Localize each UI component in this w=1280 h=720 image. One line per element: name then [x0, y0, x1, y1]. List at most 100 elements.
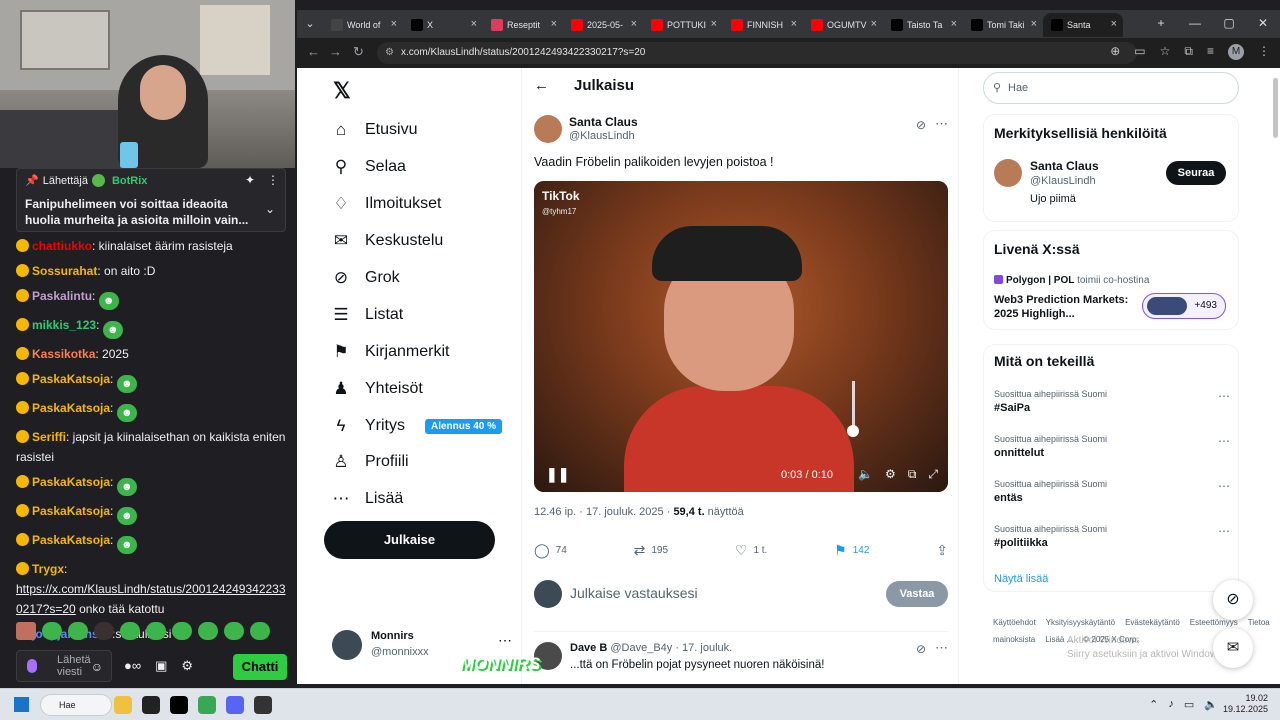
live-host[interactable]: Polygon | POL toimii co-hostina	[994, 275, 1149, 286]
author-name[interactable]: Santa Claus	[569, 115, 638, 129]
obs-icon[interactable]	[254, 696, 272, 714]
relevant-avatar[interactable]	[994, 159, 1022, 187]
explorer-icon[interactable]	[114, 696, 132, 714]
volume-icon[interactable]: 🔈	[858, 467, 873, 482]
promo-badge[interactable]: Alennus 40 %	[425, 418, 503, 434]
like-action[interactable]: ♡ 1 t.	[735, 540, 767, 560]
messages-fab[interactable]: ✉	[1213, 628, 1253, 668]
forward-icon[interactable]: →	[329, 44, 342, 59]
reload-icon[interactable]: ↻	[353, 44, 364, 60]
minimize-button[interactable]: —	[1178, 10, 1212, 36]
tab-search-icon[interactable]: ⌄	[297, 12, 323, 36]
chat-username[interactable]: chattiukko	[32, 239, 92, 253]
footer-link[interactable]: Yksityisyyskäytäntö	[1046, 618, 1115, 627]
chat-username[interactable]: PaskaKatsoja	[32, 475, 110, 489]
menu-icon[interactable]: ⋮	[1258, 44, 1270, 60]
volume-slider[interactable]	[852, 381, 855, 431]
app-icon[interactable]	[142, 696, 160, 714]
browser-tab[interactable]: POTTUKI ×	[643, 13, 723, 37]
volume-knob[interactable]	[847, 425, 859, 437]
chat-username[interactable]: Kassikotka	[32, 347, 95, 361]
grok-fab[interactable]: ⊘	[1213, 580, 1253, 620]
close-tab-icon[interactable]: ×	[711, 18, 717, 30]
chevron-up-icon[interactable]: ⌃	[1149, 698, 1158, 711]
live-space-title[interactable]: Web3 Prediction Markets: 2025 Highligh..…	[994, 293, 1134, 321]
chat-username[interactable]: mikkis_123	[32, 318, 96, 332]
close-tab-icon[interactable]: ×	[391, 18, 397, 30]
browser-tab[interactable]: FINNISH ×	[723, 13, 803, 37]
pause-icon[interactable]: ❚❚	[546, 466, 569, 483]
nav-item[interactable]: ⊘ Grok	[331, 268, 400, 288]
nav-item[interactable]: ♙ Profiili	[331, 452, 408, 472]
volume-icon[interactable]: 🔈	[1204, 698, 1218, 711]
close-tab-icon[interactable]: ×	[471, 18, 477, 30]
reply-author[interactable]: Dave B	[570, 642, 607, 654]
chevron-down-icon[interactable]: ⌄	[265, 202, 275, 216]
nav-item[interactable]: ⌂ Etusivu	[331, 120, 418, 140]
grok-icon[interactable]: ⊘	[916, 642, 926, 656]
more-icon[interactable]: ⋯	[935, 640, 948, 656]
taskbar-search[interactable]: Hae	[40, 694, 112, 716]
show-more-link[interactable]: Näytä lisää	[994, 573, 1048, 585]
browser-tab[interactable]: Taisto Ta ×	[883, 13, 963, 37]
more-icon[interactable]: ⋯	[498, 632, 512, 649]
trend-item[interactable]: Suosittua aihepiirissä Suomi entäs ⋯	[994, 479, 1230, 504]
gear-icon[interactable]: ⚙	[181, 658, 193, 674]
nav-item[interactable]: ⋯ Lisää	[331, 489, 404, 509]
chat-input[interactable]: Lähetä viesti ☺	[16, 650, 112, 682]
follow-button[interactable]: Seuraa	[1166, 161, 1226, 185]
start-icon[interactable]	[14, 697, 29, 712]
chat-username[interactable]: PaskaKatsoja	[32, 372, 110, 386]
new-tab-button[interactable]: +	[1144, 10, 1178, 36]
star-icon[interactable]: ☆	[1160, 44, 1171, 60]
chat-send-button[interactable]: Chatti	[233, 654, 287, 680]
chat-username[interactable]: Trygx	[32, 562, 64, 576]
back-arrow-icon[interactable]: ←	[534, 77, 549, 94]
close-tab-icon[interactable]: ×	[951, 18, 957, 30]
url-input[interactable]: ⚙ x.com/KlausLindh/status/20012424934223…	[377, 42, 1137, 64]
bookmark-action[interactable]: ⚑ 142	[834, 540, 869, 560]
close-tab-icon[interactable]: ×	[1111, 18, 1117, 30]
footer-link[interactable]: Evästekäytäntö	[1125, 618, 1180, 627]
author-avatar[interactable]	[534, 115, 562, 143]
browser-tab[interactable]: X ×	[403, 13, 483, 37]
post-time[interactable]: 12.46 ip. · 17. jouluk. 2025 ·	[534, 506, 673, 518]
pinned-message[interactable]: 📌 Lähettäjä BotRix ✦ ⋮ Fanipuhelimeen vo…	[16, 168, 286, 232]
chat-username[interactable]: Sossurahat	[32, 264, 97, 278]
close-tab-icon[interactable]: ×	[551, 18, 557, 30]
chat-username[interactable]: PaskaKatsoja	[32, 401, 110, 415]
nav-item[interactable]: ⚑ Kirjanmerkit	[331, 342, 449, 362]
nav-item[interactable]: ✉ Keskustelu	[331, 231, 443, 251]
more-icon[interactable]: ⋯	[935, 116, 948, 132]
trend-item[interactable]: Suosittua aihepiirissä Suomi #SaiPa ⋯	[994, 389, 1230, 414]
store-icon[interactable]: ▣	[155, 658, 167, 674]
clock[interactable]: 19.02 19.12.2025	[1223, 693, 1268, 715]
browser-tab[interactable]: OGUMTV ×	[803, 13, 883, 37]
grok-icon[interactable]: ⊘	[916, 118, 926, 132]
site-info-icon[interactable]: ⚙	[385, 42, 394, 64]
close-tab-icon[interactable]: ×	[871, 18, 877, 30]
reply-handle[interactable]: @Dave_B4y	[610, 642, 672, 654]
chat-username[interactable]: PaskaKatsoja	[32, 504, 110, 518]
chat-username[interactable]: PaskaKatsoja	[32, 533, 110, 547]
relevant-name[interactable]: Santa Claus	[1030, 159, 1099, 173]
bits-icon[interactable]: ●∞	[124, 658, 141, 674]
unpin-icon[interactable]: ✦	[245, 173, 255, 187]
extensions-icon[interactable]: ⧉	[1184, 44, 1193, 60]
more-icon[interactable]: ⋯	[1218, 434, 1230, 448]
live-listeners[interactable]: +493	[1142, 293, 1226, 319]
browser-tab[interactable]: Tomi Taki ×	[963, 13, 1043, 37]
more-icon[interactable]: ⋯	[1218, 524, 1230, 538]
browser-tab[interactable]: World of ×	[323, 13, 403, 37]
footer-link[interactable]: Käyttöehdot	[993, 618, 1036, 627]
pip-icon[interactable]: ⧉	[908, 467, 917, 482]
close-window-button[interactable]: ✕	[1246, 10, 1280, 36]
network-icon[interactable]: ▭	[1184, 698, 1194, 711]
cast-icon[interactable]: ▭	[1134, 44, 1145, 60]
repost-action[interactable]: ⇄ 195	[634, 540, 668, 560]
browser-tab[interactable]: 2025-05- ×	[563, 13, 643, 37]
nav-item[interactable]: ♢ Ilmoitukset	[331, 194, 441, 214]
relevant-handle[interactable]: @KlausLindh	[1030, 175, 1096, 187]
fullscreen-icon[interactable]: ⤢	[928, 467, 938, 482]
close-tab-icon[interactable]: ×	[1031, 18, 1037, 30]
